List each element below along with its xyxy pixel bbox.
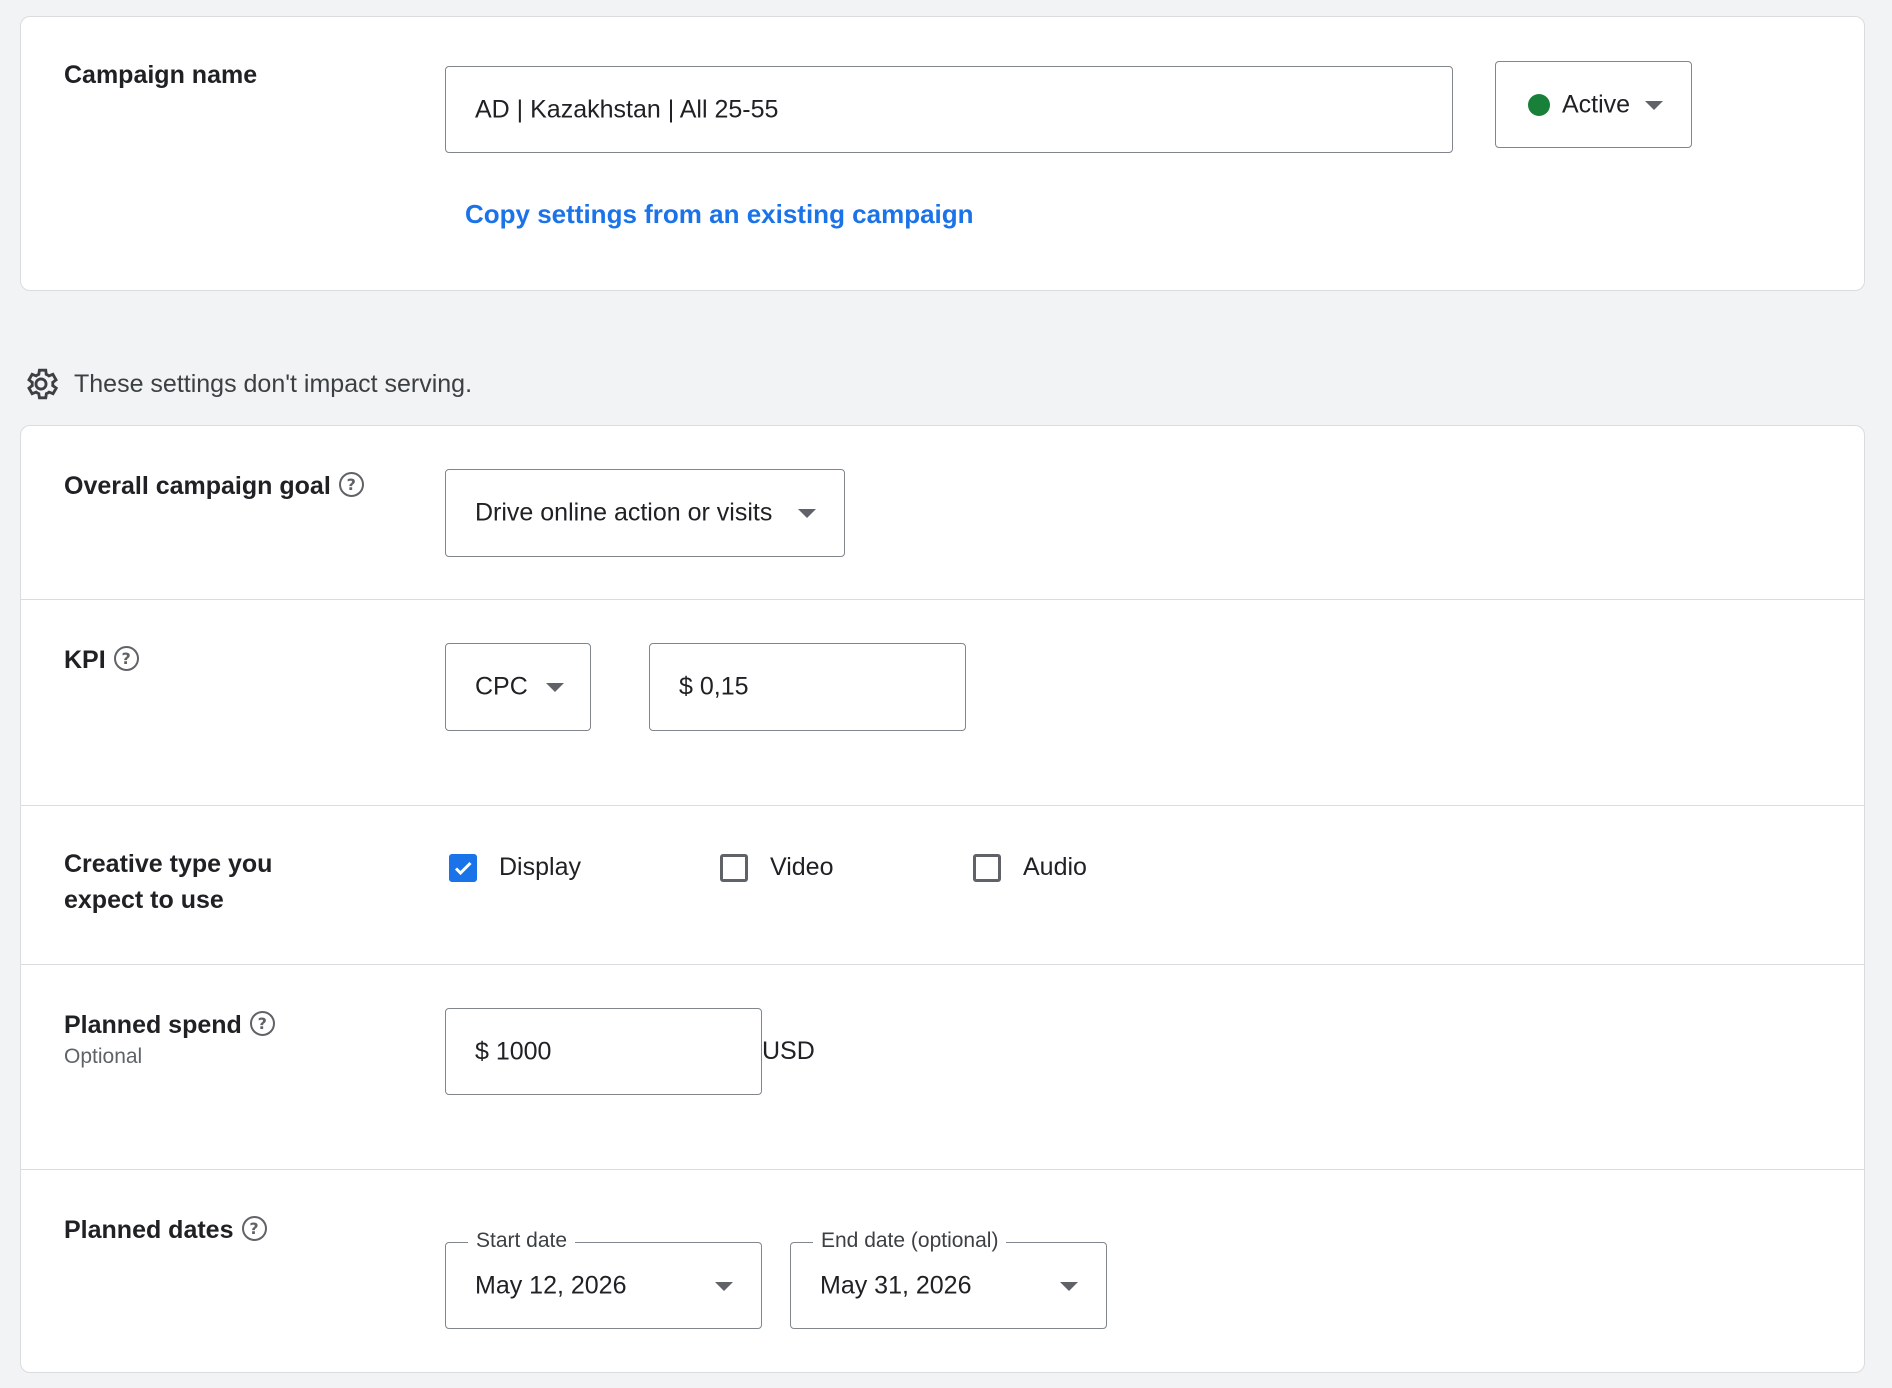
end-date-value: May 31, 2026 — [820, 1271, 972, 1299]
spend-sublabel: Optional — [64, 1045, 143, 1068]
gear-icon — [27, 368, 59, 400]
chevron-down-icon — [798, 509, 816, 518]
help-icon[interactable]: ? — [113, 645, 139, 671]
kpi-row: KPI? CPC $ 0,15 — [21, 600, 1864, 806]
dates-row: Planned dates? Start date May 12, 2026 E… — [21, 1170, 1864, 1374]
creative-option-label: Audio — [1023, 853, 1087, 881]
campaign-settings-card: Overall campaign goal? Drive online acti… — [20, 425, 1865, 1373]
checkbox-unchecked[interactable] — [973, 853, 1001, 882]
checkbox-checked[interactable] — [449, 853, 477, 882]
status-value: Active — [1562, 90, 1631, 118]
help-icon[interactable]: ? — [249, 1010, 275, 1036]
dates-label: Planned dates? — [64, 1212, 267, 1248]
kpi-type-dropdown[interactable]: CPC — [445, 643, 591, 731]
campaign-name-input[interactable]: AD | Kazakhstan | All 25-55 — [445, 66, 1453, 153]
checkmark-icon — [454, 861, 472, 875]
spend-input[interactable]: $ 1000 — [445, 1008, 762, 1095]
kpi-value: $ 0,15 — [679, 672, 749, 701]
creative-option-audio[interactable]: Audio — [973, 853, 1087, 882]
creative-option-display[interactable]: Display — [449, 853, 581, 882]
goal-label: Overall campaign goal? — [64, 468, 364, 504]
creative-row: Creative type you expect to use Display … — [21, 806, 1864, 965]
status-dropdown[interactable]: Active — [1495, 61, 1692, 148]
help-icon[interactable]: ? — [241, 1215, 267, 1241]
spend-value: $ 1000 — [475, 1037, 552, 1065]
end-date-dropdown[interactable]: End date (optional) May 31, 2026 — [790, 1227, 1107, 1329]
kpi-type-value: CPC — [475, 672, 528, 701]
dates-label-text: Planned dates — [64, 1216, 234, 1244]
spend-label-text: Planned spend — [64, 1011, 242, 1039]
start-date-label: Start date — [468, 1227, 576, 1255]
kpi-label: KPI? — [64, 642, 139, 678]
kpi-label-text: KPI — [64, 646, 106, 674]
campaign-name-label: Campaign name — [64, 61, 258, 89]
help-icon[interactable]: ? — [338, 471, 364, 497]
chevron-down-icon — [1060, 1281, 1078, 1291]
goal-dropdown[interactable]: Drive online action or visits — [445, 469, 845, 557]
settings-notice: These settings don't impact serving. — [22, 364, 472, 404]
chevron-down-icon — [715, 1281, 733, 1291]
creative-option-label: Display — [499, 853, 581, 881]
status-active-dot-icon — [1528, 93, 1550, 116]
checkbox-unchecked[interactable] — [720, 853, 748, 882]
goal-value: Drive online action or visits — [475, 498, 773, 527]
creative-label-line1: Creative type you — [64, 850, 273, 878]
spend-label: Planned spend? Optional — [64, 1007, 275, 1071]
campaign-name-value: AD | Kazakhstan | All 25-55 — [475, 95, 779, 123]
creative-label: Creative type you expect to use — [64, 846, 272, 918]
settings-notice-text: These settings don't impact serving. — [74, 369, 473, 398]
chevron-down-icon — [1645, 100, 1663, 110]
start-date-value: May 12, 2026 — [475, 1271, 627, 1299]
copy-settings-link[interactable]: Copy settings from an existing campaign — [465, 199, 974, 230]
kpi-value-input[interactable]: $ 0,15 — [649, 643, 966, 731]
creative-label-line2: expect to use — [64, 886, 224, 914]
creative-option-label: Video — [770, 853, 834, 881]
start-date-dropdown[interactable]: Start date May 12, 2026 — [445, 1227, 762, 1329]
spend-currency: USD — [762, 1037, 815, 1065]
spend-row: Planned spend? Optional $ 1000 USD — [21, 965, 1864, 1170]
chevron-down-icon — [546, 683, 564, 692]
end-date-label: End date (optional) — [813, 1227, 1007, 1255]
campaign-name-card: Campaign name AD | Kazakhstan | All 25-5… — [20, 16, 1865, 291]
goal-row: Overall campaign goal? Drive online acti… — [21, 426, 1864, 600]
goal-label-text: Overall campaign goal — [64, 472, 331, 500]
creative-option-video[interactable]: Video — [720, 853, 834, 882]
